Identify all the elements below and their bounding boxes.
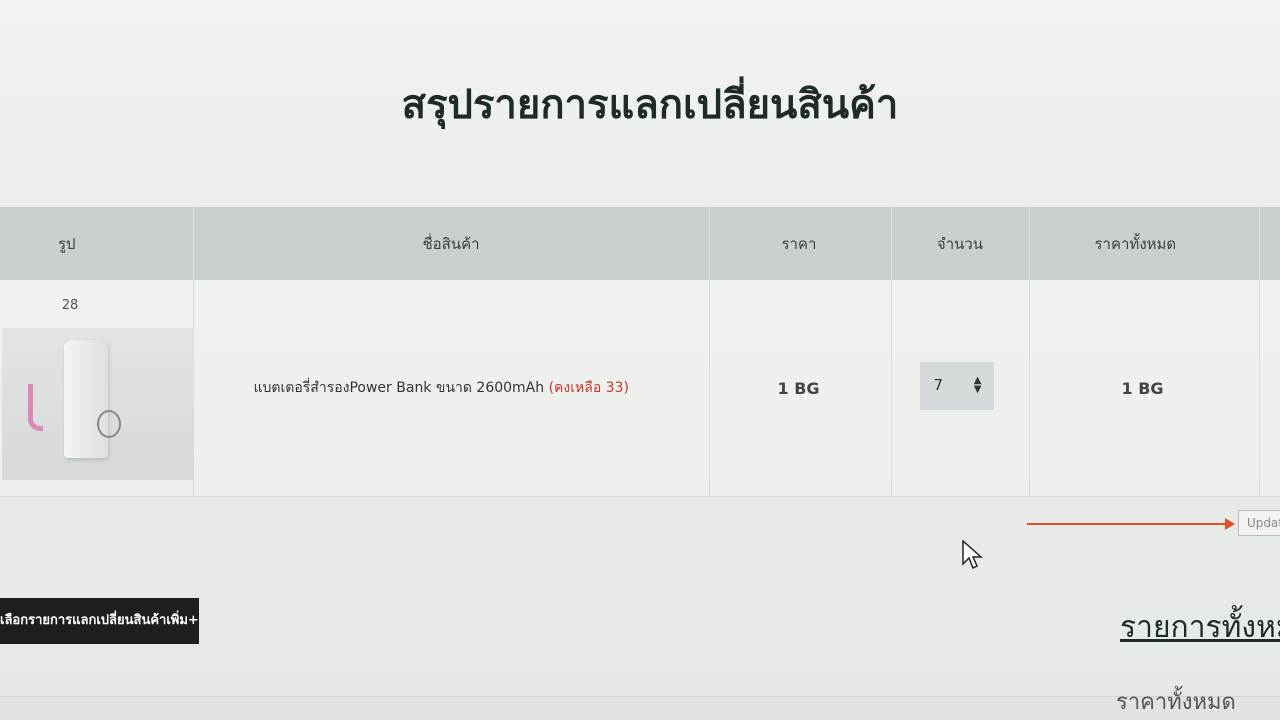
cart-table: รูป ชื่อสินค้า ราคา จำนวน ราคาทั้งหมด 28: [0, 207, 1280, 497]
total-cell: 1 BG: [1029, 280, 1260, 497]
cable-shape: [97, 410, 121, 438]
spinner-arrows-icon[interactable]: ▲ ▼: [974, 376, 982, 395]
extra-cell: [1259, 280, 1280, 497]
summary-title: รายการทั้งหมด: [1120, 610, 1280, 645]
header-price: ราคา: [709, 207, 892, 280]
annotation-arrow-line: [1027, 523, 1227, 525]
header-name: ชื่อสินค้า: [193, 207, 710, 280]
table-row: 28 แบตเตอรี่สำรองPower Bank ขนาด 2600mAh…: [0, 280, 1280, 497]
stock-note: (คงเหลือ 33): [548, 380, 629, 396]
annotation-arrow-head-icon: [1225, 518, 1235, 530]
quantity-stepper[interactable]: 7 ▲ ▼: [919, 362, 994, 410]
quantity-cell: 7 ▲ ▼: [891, 280, 1030, 497]
page: สรุปรายการแลกเปลี่ยนสินค้า รูป ชื่อสินค้…: [0, 0, 1280, 720]
product-total: 1 BG: [1121, 378, 1164, 398]
price-cell: 1 BG: [709, 280, 892, 497]
header-total: ราคาทั้งหมด: [1029, 207, 1260, 280]
pink-cable-shape: [28, 384, 43, 431]
update-button[interactable]: Update: [1238, 510, 1280, 536]
product-name-cell: แบตเตอรี่สำรองPower Bank ขนาด 2600mAh (ค…: [193, 280, 710, 497]
header-image: รูป: [0, 207, 194, 280]
mouse-cursor-icon: [962, 540, 983, 570]
product-name: แบตเตอรี่สำรองPower Bank ขนาด 2600mAh: [253, 380, 545, 396]
header-extra: [1259, 207, 1280, 280]
footer-band: [0, 696, 1280, 720]
quantity-value: 7: [933, 376, 944, 394]
power-bank-shape: [64, 340, 108, 458]
page-title: สรุปรายการแลกเปลี่ยนสินค้า: [401, 82, 899, 128]
product-id: 28: [61, 298, 79, 313]
add-more-items-button[interactable]: เลือกรายการแลกเปลี่ยนสินค้าเพิ่ม+: [0, 598, 199, 644]
product-image-cell: 28: [0, 280, 194, 497]
table-header-row: รูป ชื่อสินค้า ราคา จำนวน ราคาทั้งหมด: [0, 207, 1280, 280]
product-price: 1 BG: [777, 378, 820, 398]
summary-total-label: ราคาทั้งหมด: [1116, 690, 1236, 715]
header-quantity: จำนวน: [891, 207, 1030, 280]
product-image[interactable]: [2, 328, 194, 480]
